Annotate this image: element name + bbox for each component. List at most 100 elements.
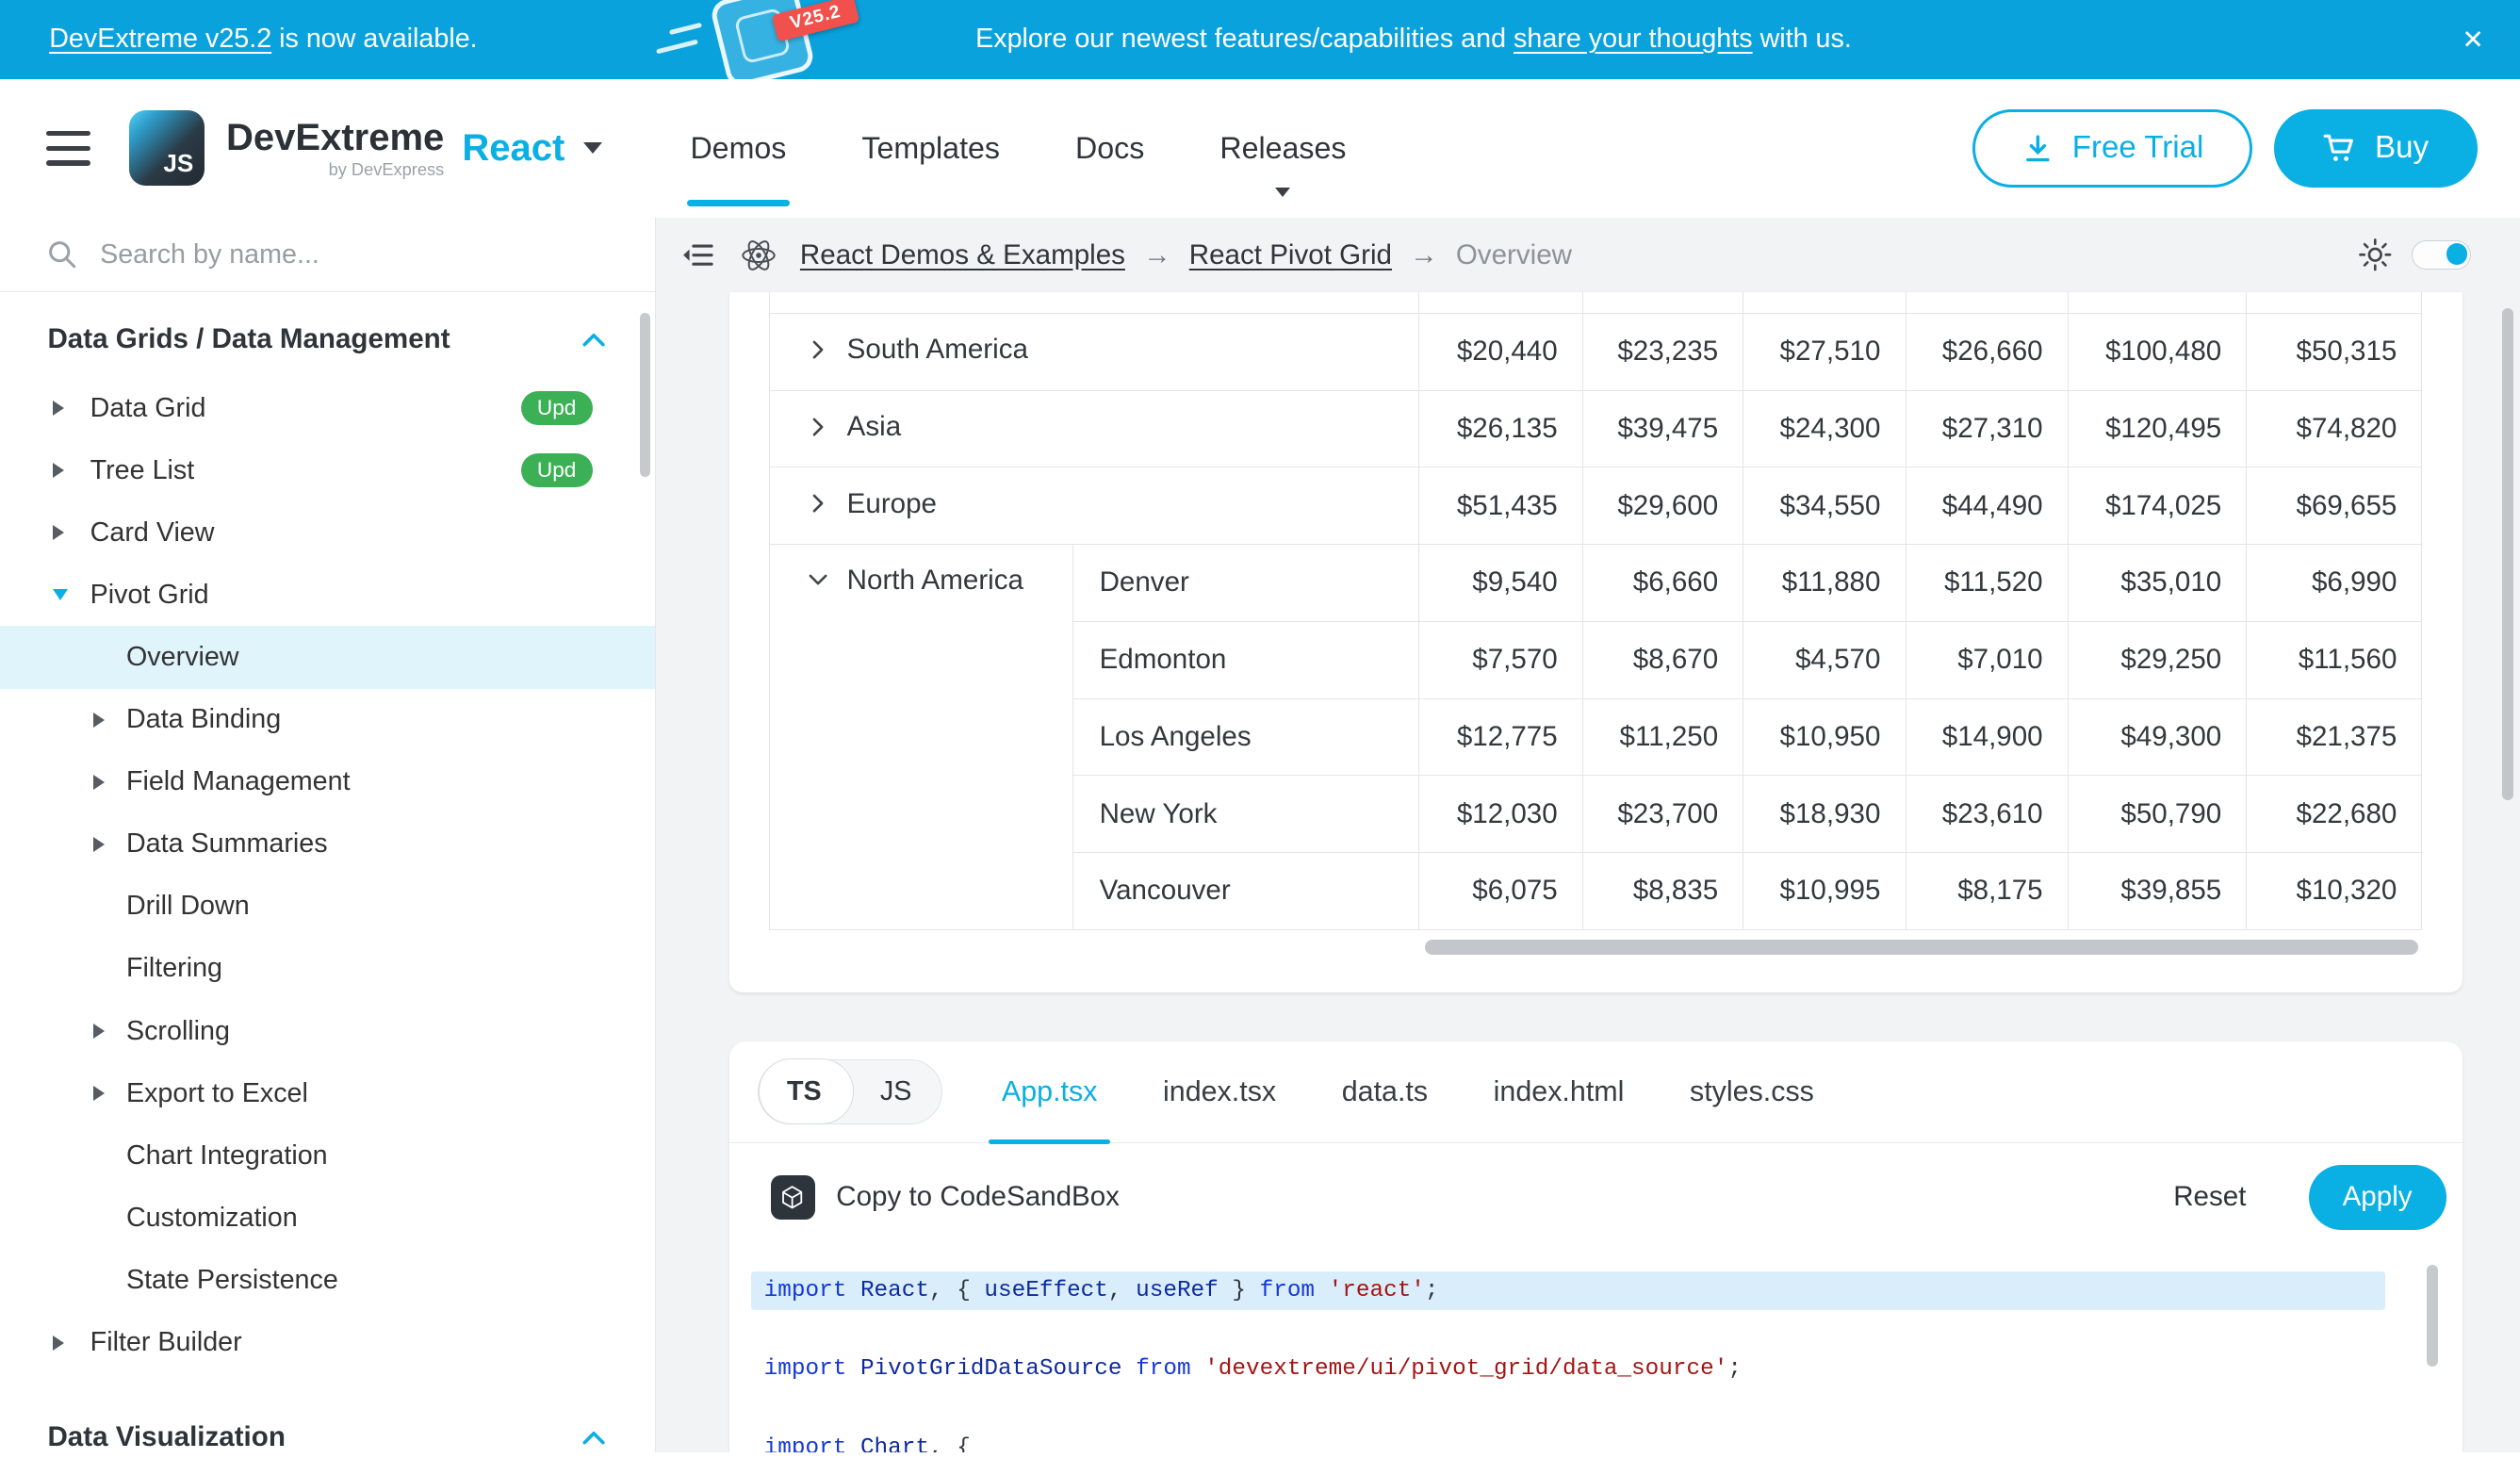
brightness-icon xyxy=(2358,238,2393,272)
theme-toggle[interactable] xyxy=(2412,240,2471,270)
code-token: useEffect xyxy=(984,1278,1107,1303)
devextreme-js-logo[interactable]: JS xyxy=(129,110,205,186)
pivot-value-cell: $22,680 xyxy=(2247,776,2422,853)
sidebar-item-chart-integration[interactable]: Chart Integration xyxy=(0,1124,655,1187)
code-token: ; xyxy=(1727,1356,1742,1382)
expand-chevron-icon[interactable] xyxy=(806,337,830,369)
nav-item-label: Docs xyxy=(1075,131,1144,166)
pivot-value-cell: $10,950 xyxy=(1743,698,1906,776)
sidebar-section-data-visualization[interactable]: Data Visualization xyxy=(0,1400,655,1475)
framework-selector-label[interactable]: React xyxy=(462,127,565,170)
sidebar-item-data-grid[interactable]: Data GridUpd xyxy=(0,377,655,439)
nav-item-releases[interactable]: Releases xyxy=(1219,79,1346,219)
chevron-down-icon[interactable] xyxy=(583,142,602,154)
pivot-partial-cell xyxy=(769,292,1418,314)
sidebar-item-overview[interactable]: Overview xyxy=(0,626,655,688)
sidebar-item-filtering[interactable]: Filtering xyxy=(0,938,655,1000)
pivot-value-cell: $24,300 xyxy=(1743,390,1906,467)
sidebar-item-card-view[interactable]: Card View xyxy=(0,501,655,564)
pivot-region-cell[interactable]: South America xyxy=(769,313,1418,390)
sidebar-item-filter-builder[interactable]: Filter Builder xyxy=(0,1312,655,1374)
sidebar-item-scrolling[interactable]: Scrolling xyxy=(0,1000,655,1062)
breadcrumb-link-react-demos-examples[interactable]: React Demos & Examples xyxy=(800,239,1125,271)
file-tab-app-tsx[interactable]: App.tsx xyxy=(1002,1041,1098,1142)
sidebar-item-tree-list[interactable]: Tree ListUpd xyxy=(0,439,655,501)
pivot-value-cell: $7,570 xyxy=(1418,621,1582,698)
pivot-value-cell: $23,700 xyxy=(1582,776,1743,853)
code-token: , { xyxy=(929,1435,971,1453)
lang-option-ts[interactable]: TS xyxy=(759,1060,850,1124)
lang-option-js[interactable]: JS xyxy=(850,1060,941,1124)
file-tab-data-ts[interactable]: data.ts xyxy=(1342,1041,1428,1142)
codesandbox-icon xyxy=(771,1175,815,1220)
search-input[interactable] xyxy=(100,239,655,270)
pivot-value-cell: $4,570 xyxy=(1743,621,1906,698)
nav-item-label: Demos xyxy=(690,131,786,166)
file-tab-index-tsx[interactable]: index.tsx xyxy=(1163,1041,1276,1142)
code-token: 'react' xyxy=(1329,1278,1425,1303)
file-tab-index-html[interactable]: index.html xyxy=(1494,1041,1625,1142)
apply-button[interactable]: Apply xyxy=(2309,1165,2446,1231)
share-thoughts-link[interactable]: share your thoughts xyxy=(1514,24,1753,54)
horizontal-scrollbar-thumb[interactable] xyxy=(1425,940,2418,955)
banner-version-text: DevExtreme v25.2 is now available. xyxy=(0,24,478,55)
expand-arrow-icon xyxy=(93,1024,105,1039)
pivot-region-cell[interactable]: North America xyxy=(769,545,1072,930)
page-scrollbar[interactable] xyxy=(2502,308,2513,800)
chevron-down-icon xyxy=(1275,188,1290,197)
nav-item-docs[interactable]: Docs xyxy=(1075,79,1144,219)
theme-controls xyxy=(2358,238,2494,272)
pivot-value-cell: $100,480 xyxy=(2068,313,2247,390)
breadcrumb-current: Overview xyxy=(1456,239,1572,271)
sidebar-item-label: Drill Down xyxy=(126,891,250,922)
pivot-value-cell: $11,520 xyxy=(1906,545,2068,622)
sidebar-item-data-summaries[interactable]: Data Summaries xyxy=(0,813,655,876)
expand-chevron-icon[interactable] xyxy=(806,491,830,523)
region-label: South America xyxy=(847,334,1028,365)
copy-to-codesandbox-button[interactable]: Copy to CodeSandBox xyxy=(836,1181,1120,1213)
breadcrumb-link-react-pivot-grid[interactable]: React Pivot Grid xyxy=(1189,239,1392,271)
expand-chevron-icon[interactable] xyxy=(806,415,830,447)
language-toggle[interactable]: TSJS xyxy=(758,1059,943,1125)
pivot-row-europe: Europe$51,435$29,600$34,550$44,490$174,0… xyxy=(769,467,2422,545)
sidebar-item-label: Overview xyxy=(126,642,239,673)
site-header: JS DevExtreme by DevExpress React Demos T… xyxy=(0,79,2520,219)
nav-item-demos[interactable]: Demos xyxy=(690,79,786,219)
code-scrollbar[interactable] xyxy=(2427,1265,2438,1367)
buy-button[interactable]: Buy xyxy=(2274,109,2478,188)
header-actions: Free Trial Buy xyxy=(1972,109,2520,188)
nav-item-templates[interactable]: Templates xyxy=(861,79,1000,219)
breadcrumb: React Demos & Examples→React Pivot Grid→… xyxy=(800,239,1572,271)
sidebar-item-state-persistence[interactable]: State Persistence xyxy=(0,1249,655,1311)
reset-button[interactable]: Reset xyxy=(2173,1181,2246,1213)
close-icon[interactable]: ✕ xyxy=(2462,24,2483,55)
sidebar-item-drill-down[interactable]: Drill Down xyxy=(0,876,655,938)
brand-block[interactable]: DevExtreme by DevExpress xyxy=(226,119,444,179)
sidebar-item-export-to-excel[interactable]: Export to Excel xyxy=(0,1062,655,1124)
sidebar-item-pivot-grid[interactable]: Pivot Grid xyxy=(0,564,655,626)
code-token: from xyxy=(1260,1278,1315,1303)
search-icon xyxy=(46,238,77,270)
sidebar-item-customization[interactable]: Customization xyxy=(0,1187,655,1249)
code-token: useRef xyxy=(1136,1278,1219,1303)
sidebar-section-data-grids-data-management[interactable]: Data Grids / Data Management xyxy=(0,302,655,377)
code-editor[interactable]: import React, { useEffect, useRef } from… xyxy=(729,1252,2463,1453)
code-token xyxy=(1122,1356,1137,1382)
collapse-chevron-icon[interactable] xyxy=(806,567,830,599)
main-area: React Demos & Examples→React Pivot Grid→… xyxy=(656,218,2520,1452)
pivot-region-cell[interactable]: Europe xyxy=(769,467,1418,545)
sidebar-item-field-management[interactable]: Field Management xyxy=(0,751,655,813)
pivot-region-cell[interactable]: Asia xyxy=(769,390,1418,467)
pivot-city-cell: Los Angeles xyxy=(1072,698,1418,776)
sidebar: Data Grids / Data ManagementData GridUpd… xyxy=(0,218,656,1452)
sidebar-scrollbar[interactable] xyxy=(640,313,649,477)
file-tab-styles-css[interactable]: styles.css xyxy=(1690,1041,1814,1142)
free-trial-button[interactable]: Free Trial xyxy=(1972,109,2252,188)
version-link[interactable]: DevExtreme v25.2 xyxy=(49,24,271,54)
code-line: import Chart, { xyxy=(751,1429,2386,1453)
code-token: import xyxy=(764,1435,847,1453)
horizontal-scrollbar[interactable] xyxy=(769,940,2422,956)
nav-toggle-icon[interactable] xyxy=(680,240,713,270)
sidebar-item-data-binding[interactable]: Data Binding xyxy=(0,689,655,751)
hamburger-menu-icon[interactable] xyxy=(46,131,90,166)
